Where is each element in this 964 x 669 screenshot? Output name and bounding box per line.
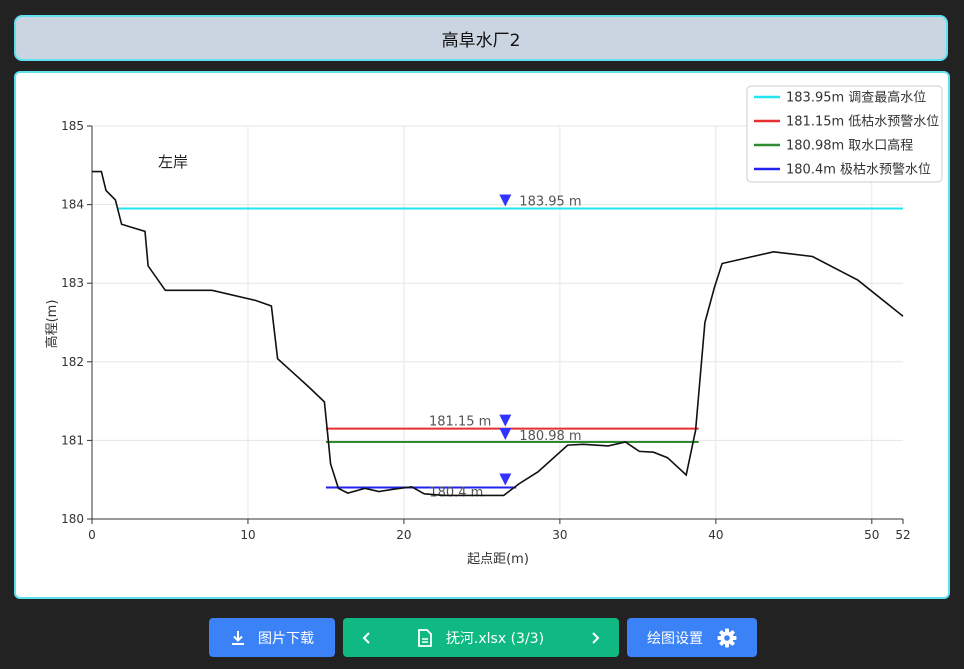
file-switcher: 抚河.xlsx (3/3): [343, 618, 619, 657]
file-icon: [418, 628, 432, 647]
settings-label: 绘图设置: [647, 630, 703, 647]
level-marker: [499, 473, 512, 486]
x-tick-label: 50: [864, 528, 879, 542]
download-label: 图片下载: [258, 630, 314, 647]
download-image-button[interactable]: 图片下载: [209, 618, 335, 657]
x-tick-label: 30: [552, 528, 567, 542]
legend-entry: 180.98m 取水口高程: [786, 138, 913, 154]
legend-entry: 183.95m 调查最高水位: [786, 90, 926, 106]
level-marker: [499, 414, 512, 427]
x-tick-label: 10: [240, 528, 255, 542]
x-tick-label: 20: [396, 528, 411, 542]
level-marker: [499, 427, 512, 440]
level-value-label: 183.95 m: [519, 195, 581, 210]
next-file-button[interactable]: [589, 631, 601, 645]
previous-file-button[interactable]: [361, 631, 373, 645]
y-tick-label: 180: [61, 512, 84, 526]
x-tick-label: 52: [895, 528, 910, 542]
legend: 183.95m 调查最高水位 181.15m 低枯水预警水位 180.98m 取水口…: [746, 85, 943, 183]
riverbed-profile-line: [92, 170, 904, 497]
level-value-label: 180.98 m: [519, 429, 581, 444]
level-value-label: 181.15 m: [429, 415, 491, 430]
level-layer: 183.95 m 181.15 m 180.98 m 180.4 m: [116, 194, 903, 501]
chart-panel: 起点距(m) 高程(m) 左岸 180 181 182 183 184 185 0 10 20 3…: [14, 71, 950, 599]
x-tick-label: 40: [708, 528, 723, 542]
grid-layer: [92, 125, 903, 519]
gear-icon: [717, 628, 737, 648]
bank-annotation: 左岸: [158, 153, 188, 171]
y-axis-label: 高程(m): [44, 300, 60, 349]
download-icon: [230, 630, 246, 646]
x-tick-label: 0: [88, 528, 96, 542]
y-tick-label: 181: [61, 433, 84, 447]
x-axis-label: 起点距(m): [467, 552, 529, 567]
y-tick-label: 182: [61, 355, 84, 369]
legend-entry: 180.4m 极枯水预警水位: [786, 162, 931, 178]
title-bar: 高阜水厂2: [14, 15, 948, 61]
file-name: 抚河.xlsx (3/3): [445, 630, 545, 647]
file-indicator: 抚河.xlsx (3/3): [418, 628, 544, 648]
profile-layer: [92, 170, 904, 497]
y-tick-label: 183: [61, 276, 84, 290]
page-title: 高阜水厂2: [441, 30, 521, 51]
profile-chart: 起点距(m) 高程(m) 左岸 180 181 182 183 184 185 0 10 20 3…: [44, 85, 943, 567]
y-tick-label: 185: [61, 119, 84, 133]
legend-entry: 181.15m 低枯水预警水位: [786, 114, 939, 130]
y-tick-label: 184: [61, 198, 84, 212]
level-value-label: 180.4 m: [429, 486, 483, 501]
plot-settings-button[interactable]: 绘图设置: [627, 618, 757, 657]
